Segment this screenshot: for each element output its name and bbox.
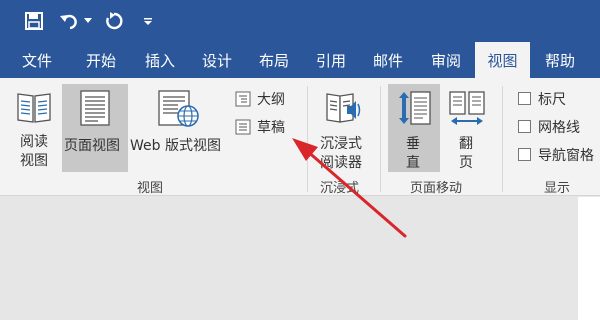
web-layout-label: Web 版式视图	[130, 138, 221, 154]
outline-label: 大纲	[257, 92, 285, 108]
tab-references[interactable]: 引用	[302, 42, 360, 78]
print-layout-icon	[80, 90, 110, 126]
tab-layout[interactable]: 布局	[245, 42, 303, 78]
save-icon[interactable]	[22, 10, 46, 32]
nav-pane-label: 导航窗格	[538, 148, 594, 164]
immersive-group-label: 沉浸式	[320, 181, 360, 196]
show-group-label: 显示	[544, 181, 571, 196]
group-separator	[502, 86, 503, 192]
read-mode-label-line2: 视图	[20, 153, 48, 169]
nav-pane-checkbox-row[interactable]: 导航窗格	[514, 144, 600, 166]
draft-button[interactable]: 草稿	[232, 116, 296, 138]
views-group-label: 视图	[137, 181, 164, 196]
tab-design[interactable]: 设计	[188, 42, 246, 78]
gridlines-checkbox[interactable]	[518, 120, 531, 133]
read-mode-icon	[17, 93, 51, 123]
tab-view[interactable]: 视图	[475, 42, 530, 78]
gridlines-label: 网格线	[538, 120, 580, 136]
redo-icon[interactable]	[102, 10, 126, 32]
side-to-side-label-line2: 页	[459, 155, 473, 171]
vertical-label-line2: 直	[406, 155, 420, 171]
page-movement-group-label: 页面移动	[410, 181, 463, 196]
read-mode-button[interactable]: 阅读 视图	[8, 84, 60, 172]
gridlines-checkbox-row[interactable]: 网格线	[514, 116, 600, 138]
draft-label: 草稿	[257, 120, 285, 136]
print-layout-button[interactable]: 页面视图	[62, 84, 128, 172]
nav-pane-checkbox[interactable]	[518, 148, 531, 161]
print-layout-label: 页面视图	[64, 138, 120, 154]
web-layout-icon	[158, 90, 199, 127]
web-layout-button[interactable]: Web 版式视图	[128, 84, 228, 172]
undo-icon[interactable]	[58, 10, 82, 32]
outline-button[interactable]: 大纲	[232, 88, 296, 110]
immersive-reader-label-line2: 阅读器	[320, 155, 362, 171]
tab-home[interactable]: 开始	[72, 42, 130, 78]
ruler-checkbox-row[interactable]: 标尺	[514, 88, 600, 110]
tab-file[interactable]: 文件	[8, 42, 66, 78]
quick-access-toolbar	[0, 0, 600, 42]
ruler-checkbox[interactable]	[518, 92, 531, 105]
immersive-reader-icon	[326, 93, 361, 123]
draft-icon	[235, 119, 251, 135]
side-to-side-icon	[449, 91, 485, 125]
ribbon-tabs: 文件 开始 插入 设计 布局 引用 邮件 审阅 视图 帮助	[0, 42, 600, 78]
tab-review[interactable]: 审阅	[417, 42, 475, 78]
side-to-side-label-line1: 翻	[459, 136, 473, 152]
group-separator	[307, 86, 308, 192]
document-canvas	[0, 197, 600, 320]
side-to-side-button[interactable]: 翻 页	[442, 84, 492, 172]
tab-insert[interactable]: 插入	[131, 42, 189, 78]
outline-icon	[235, 91, 251, 107]
customize-qat-icon[interactable]	[140, 10, 156, 32]
immersive-reader-label-line1: 沉浸式	[320, 136, 362, 152]
immersive-reader-button[interactable]: 沉浸式 阅读器	[312, 84, 374, 172]
vertical-page-movement-button[interactable]: 垂 直	[388, 84, 440, 172]
tab-mailings[interactable]: 邮件	[359, 42, 417, 78]
vertical-scroll-icon	[399, 91, 431, 125]
read-mode-label-line1: 阅读	[20, 134, 48, 150]
tab-help[interactable]: 帮助	[531, 42, 589, 78]
vertical-label-line1: 垂	[406, 136, 420, 152]
ribbon-view: 阅读 视图 页面视图 Web 版式视图 大纲 草稿 视图 沉浸式 阅读器 沉浸式…	[0, 78, 600, 196]
group-separator	[380, 86, 381, 192]
ruler-label: 标尺	[538, 92, 566, 108]
undo-dropdown-icon[interactable]	[82, 10, 94, 32]
document-page	[578, 197, 600, 320]
